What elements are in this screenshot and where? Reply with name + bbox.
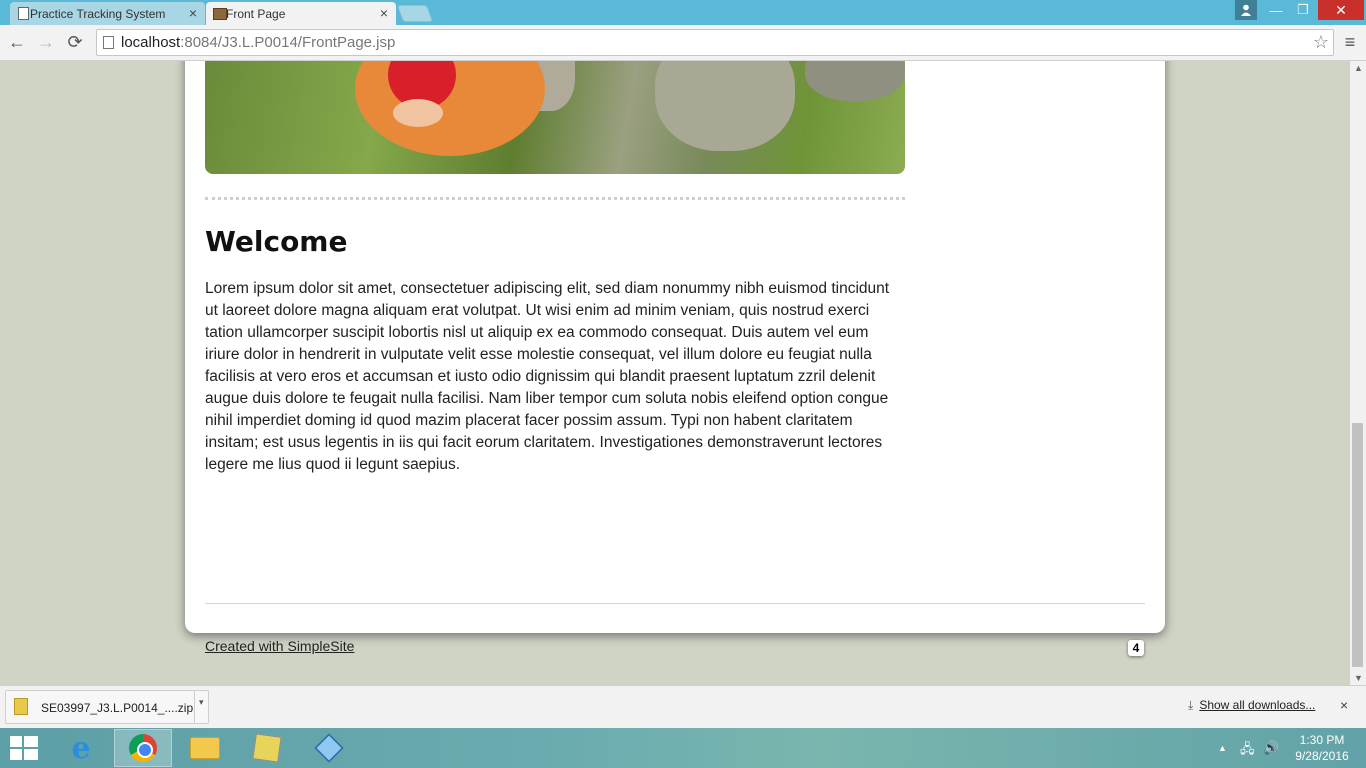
new-tab-button[interactable] [396,5,434,22]
minimize-button[interactable]: — [1263,0,1289,20]
scroll-up-icon[interactable]: ▲ [1354,63,1363,73]
person-icon [1241,4,1251,16]
clock-date: 9/28/2016 [1295,749,1349,763]
footer-divider [205,603,1145,604]
tab-title: Practice Tracking System [30,6,166,21]
chevron-down-icon[interactable]: ▾ [199,697,204,708]
window-close-button[interactable]: ✕ [1318,0,1364,20]
restore-button[interactable]: ❐ [1290,0,1316,20]
show-all-label: Show all downloads... [1199,698,1316,712]
page-viewport: Welcome Lorem ipsum dolor sit amet, cons… [0,61,1350,685]
download-item[interactable]: SE03997_J3.L.P0014_....zip ▾ [5,690,209,724]
internet-explorer-icon[interactable]: e [52,729,110,767]
windows-start-icon[interactable] [10,736,38,760]
reload-button[interactable]: ⟳ [63,30,87,54]
page-icon [18,7,29,20]
browser-toolbar: ← → ⟳ localhost:8084/J3.L.P0014/FrontPag… [0,25,1366,61]
windows-taskbar: e ▲ 🖧 🔊 1:30 PM 9/28/2016 [0,728,1366,768]
tab-front-page[interactable]: Front Page × [206,2,396,25]
content-card: Welcome Lorem ipsum dolor sit amet, cons… [185,61,1165,656]
zip-file-icon [14,698,28,715]
favicon-icon [213,8,227,20]
url-host: localhost [121,34,181,51]
tab-title: Front Page [226,6,286,21]
network-icon[interactable]: 🖧 [1240,740,1255,762]
menu-icon[interactable]: ≡ [1340,32,1360,53]
clock-time: 1:30 PM [1299,733,1345,747]
hero-image [205,61,905,174]
download-filename: SE03997_J3.L.P0014_....zip [41,701,194,715]
dotted-divider [205,197,905,200]
page-icon [103,36,114,49]
tray-expand-icon[interactable]: ▲ [1218,743,1227,753]
scrollbar-thumb[interactable] [1352,423,1363,667]
chrome-icon[interactable] [114,729,172,767]
tab-practice-tracking-system[interactable]: Practice Tracking System × [10,2,205,25]
close-icon[interactable]: × [380,5,388,21]
show-all-downloads-link[interactable]: ⤓ Show all downloads... [1188,698,1315,713]
url-path: :8084/J3.L.P0014/FrontPage.jsp [180,34,396,51]
file-explorer-icon[interactable] [176,729,234,767]
virtualbox-icon[interactable] [300,729,358,767]
address-bar[interactable]: localhost:8084/J3.L.P0014/FrontPage.jsp … [96,29,1334,56]
user-icon[interactable] [1235,0,1257,20]
tab-bar: Practice Tracking System × Front Page × … [0,0,1366,25]
created-with-simplesite-link[interactable]: Created with SimpleSite [205,638,354,654]
bookmark-star-icon[interactable]: ☆ [1313,30,1329,55]
page-heading: Welcome [205,225,348,258]
close-icon[interactable]: × [189,5,197,21]
scroll-down-icon[interactable]: ▼ [1354,673,1363,683]
system-clock[interactable]: 1:30 PM 9/28/2016 [1290,732,1354,764]
close-icon[interactable]: × [1340,697,1348,713]
forward-button[interactable]: → [34,30,58,54]
back-button[interactable]: ← [5,30,29,54]
body-paragraph: Lorem ipsum dolor sit amet, consectetuer… [205,280,890,473]
download-icon: ⤓ [1188,698,1194,712]
tools-icon[interactable] [238,729,296,767]
download-bar: SE03997_J3.L.P0014_....zip ▾ ⤓ Show all d… [0,685,1366,728]
volume-icon[interactable]: 🔊 [1263,740,1279,756]
page-count-badge[interactable]: 4 [1128,640,1144,656]
vertical-scrollbar[interactable]: ▲ ▼ [1350,61,1366,685]
